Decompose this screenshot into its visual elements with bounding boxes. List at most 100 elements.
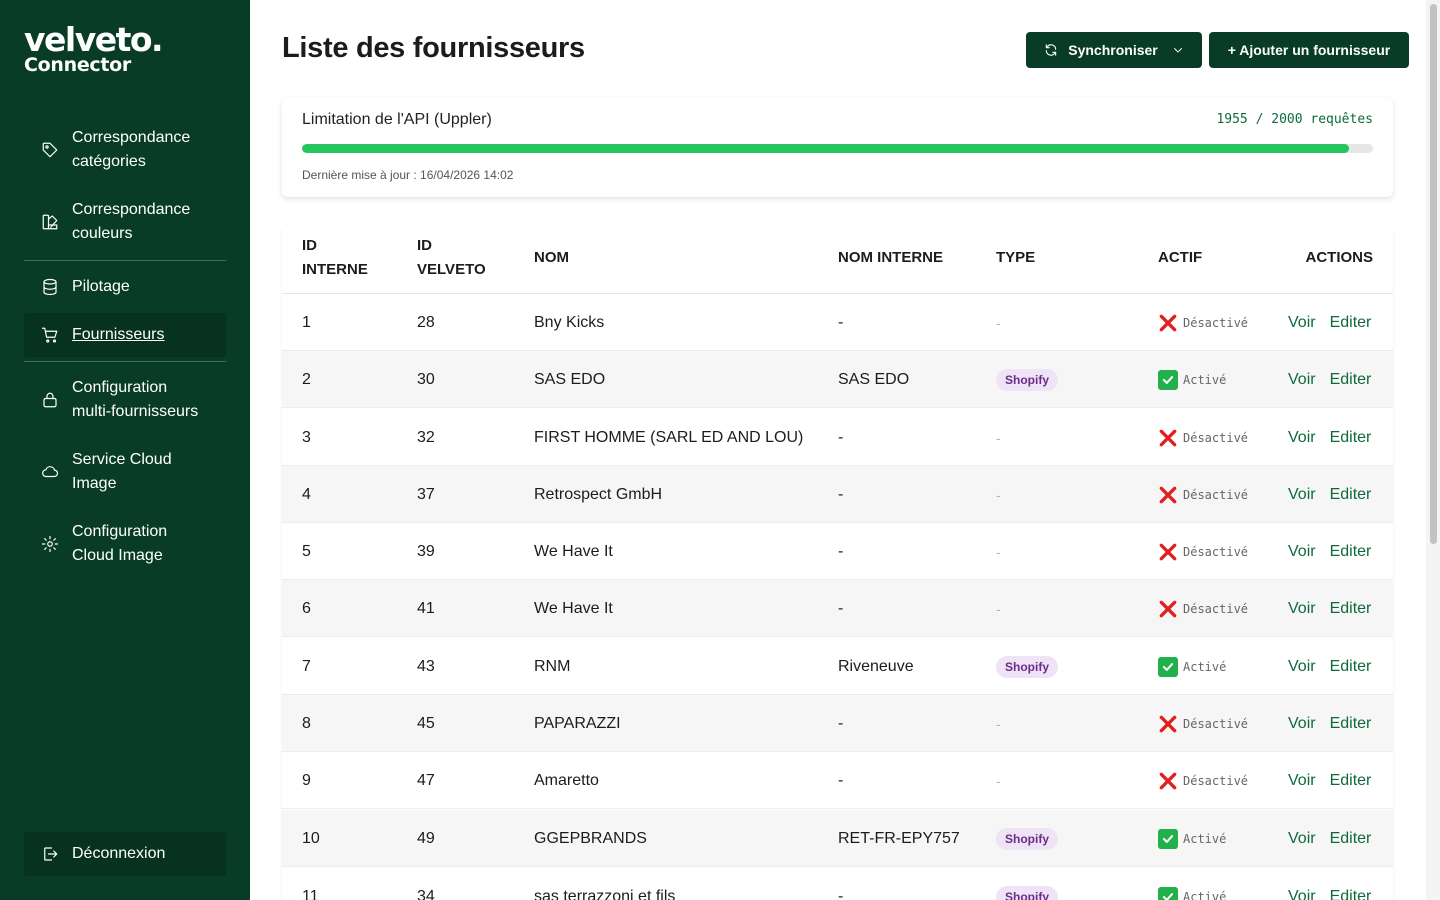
cell-id-interne: 11 — [302, 887, 319, 900]
cell-type: Shopify — [996, 351, 1058, 408]
type-empty: - — [996, 429, 1001, 446]
status-indicator: Désactivé — [1158, 599, 1248, 619]
status-indicator: Désactivé — [1158, 771, 1248, 791]
edit-link[interactable]: Editer — [1330, 715, 1372, 733]
cell-id-velveto: 49 — [417, 829, 435, 847]
tag-icon — [40, 140, 60, 160]
sidebar-item-configuration-cloud-image[interactable]: Configuration Cloud Image — [24, 520, 226, 568]
view-link[interactable]: Voir — [1288, 772, 1316, 790]
sync-label: Synchroniser — [1068, 42, 1158, 58]
status-indicator: Désactivé — [1158, 485, 1248, 505]
table-row: 6 41 We Have It - - Désactivé Voir Editer — [282, 580, 1393, 637]
view-link[interactable]: Voir — [1288, 429, 1316, 447]
chevron-down-icon — [1173, 48, 1182, 53]
edit-link[interactable]: Editer — [1330, 543, 1372, 561]
edit-link[interactable]: Editer — [1330, 772, 1372, 790]
sidebar-item-pilotage[interactable]: Pilotage — [24, 275, 226, 299]
cell-id-interne: 4 — [302, 485, 311, 503]
status-label: Activé — [1183, 889, 1227, 900]
status-label: Désactivé — [1183, 773, 1249, 788]
type-badge: Shopify — [996, 827, 1058, 850]
suppliers-table: ID INTERNE ID VELVETO NOM NOM INTERNE TYPE… — [282, 228, 1393, 900]
scrollbar-thumb[interactable] — [1430, 4, 1437, 544]
view-link[interactable]: Voir — [1288, 543, 1316, 561]
cell-type: - — [996, 752, 1001, 809]
sidebar-item-correspondance-couleurs[interactable]: Correspondance couleurs — [24, 198, 226, 246]
edit-link[interactable]: Editer — [1330, 888, 1372, 900]
view-link[interactable]: Voir — [1288, 830, 1316, 848]
cell-actif: Activé — [1158, 868, 1226, 900]
cell-nom: GGEPBRANDS — [534, 829, 647, 847]
view-link[interactable]: Voir — [1288, 371, 1316, 389]
type-empty: - — [996, 543, 1001, 560]
status-indicator: Activé — [1158, 886, 1227, 900]
cell-actions: Voir Editer — [1288, 868, 1371, 900]
cell-type: - — [996, 294, 1001, 351]
table-row: 5 39 We Have It - - Désactivé Voir Editer — [282, 523, 1393, 580]
api-limit-progress-fill — [302, 144, 1349, 153]
add-supplier-button[interactable]: + Ajouter un fournisseur — [1209, 32, 1409, 68]
view-link[interactable]: Voir — [1288, 715, 1316, 733]
sidebar-item-fournisseurs[interactable]: Fournisseurs — [24, 313, 226, 357]
cross-icon — [1158, 599, 1178, 619]
view-link[interactable]: Voir — [1288, 486, 1316, 504]
sidebar-item-service-cloud-image[interactable]: Service Cloud Image — [24, 448, 226, 496]
cell-type: - — [996, 523, 1001, 580]
edit-link[interactable]: Editer — [1330, 600, 1372, 618]
check-icon — [1158, 886, 1178, 900]
check-icon — [1158, 369, 1178, 390]
api-last-update: Dernière mise à jour : 16/04/2026 14:02 — [302, 168, 514, 182]
cell-actif: Activé — [1158, 351, 1226, 408]
cell-nom: Amaretto — [534, 771, 599, 789]
edit-link[interactable]: Editer — [1330, 658, 1372, 676]
cross-icon — [1158, 771, 1178, 791]
edit-link[interactable]: Editer — [1330, 830, 1372, 848]
page-scrollbar[interactable] — [1426, 0, 1440, 900]
cell-id-velveto: 41 — [417, 599, 435, 617]
palette-icon — [40, 212, 60, 232]
edit-link[interactable]: Editer — [1330, 429, 1372, 447]
logo-wordmark: velveto. — [24, 20, 164, 59]
sidebar-item-configuration-multi-fournisseurs[interactable]: Configuration multi-fournisseurs — [24, 376, 226, 424]
view-link[interactable]: Voir — [1288, 600, 1316, 618]
cell-nom: SAS EDO — [534, 370, 606, 388]
sidebar-item-label: Correspondance couleurs — [72, 201, 191, 242]
cell-actif: Désactivé — [1158, 523, 1248, 580]
cell-actions: Voir Editer — [1288, 580, 1371, 637]
sidebar-divider — [24, 260, 226, 261]
view-link[interactable]: Voir — [1288, 888, 1316, 900]
edit-link[interactable]: Editer — [1330, 314, 1372, 332]
view-link[interactable]: Voir — [1288, 314, 1316, 332]
cross-icon — [1158, 313, 1178, 333]
logout-button[interactable]: Déconnexion — [24, 832, 226, 876]
status-label: Activé — [1183, 372, 1227, 387]
status-label: Désactivé — [1183, 430, 1249, 445]
sidebar-item-correspondance-categories[interactable]: Correspondance catégories — [24, 126, 226, 174]
cell-actif: Désactivé — [1158, 466, 1248, 523]
cell-actif: Désactivé — [1158, 580, 1248, 637]
sync-button[interactable]: Synchroniser — [1026, 32, 1202, 68]
cloud-icon — [40, 462, 60, 482]
col-id-velveto: ID VELVETO — [417, 237, 486, 278]
col-actions: ACTIONS — [1305, 249, 1374, 266]
cell-actif: Activé — [1158, 810, 1226, 867]
table-row: 1 28 Bny Kicks - - Désactivé Voir Editer — [282, 294, 1393, 351]
cell-id-interne: 10 — [302, 829, 320, 847]
type-empty: - — [996, 715, 1001, 732]
cell-nom-interne: - — [838, 428, 844, 446]
edit-link[interactable]: Editer — [1330, 371, 1372, 389]
cell-nom: PAPARAZZI — [534, 714, 621, 732]
cell-actions: Voir Editer — [1288, 294, 1371, 351]
edit-link[interactable]: Editer — [1330, 486, 1372, 504]
cell-type: Shopify — [996, 868, 1058, 900]
status-label: Désactivé — [1183, 487, 1249, 502]
status-indicator: Désactivé — [1158, 714, 1248, 734]
type-empty: - — [996, 486, 1001, 503]
table-header: ID INTERNE ID VELVETO NOM NOM INTERNE TYPE… — [282, 228, 1393, 294]
cell-id-velveto: 32 — [417, 428, 435, 446]
cell-nom-interne: - — [838, 542, 844, 560]
status-indicator: Désactivé — [1158, 313, 1248, 333]
cell-actions: Voir Editer — [1288, 810, 1371, 867]
col-actif: ACTIF — [1158, 249, 1203, 266]
view-link[interactable]: Voir — [1288, 658, 1316, 676]
